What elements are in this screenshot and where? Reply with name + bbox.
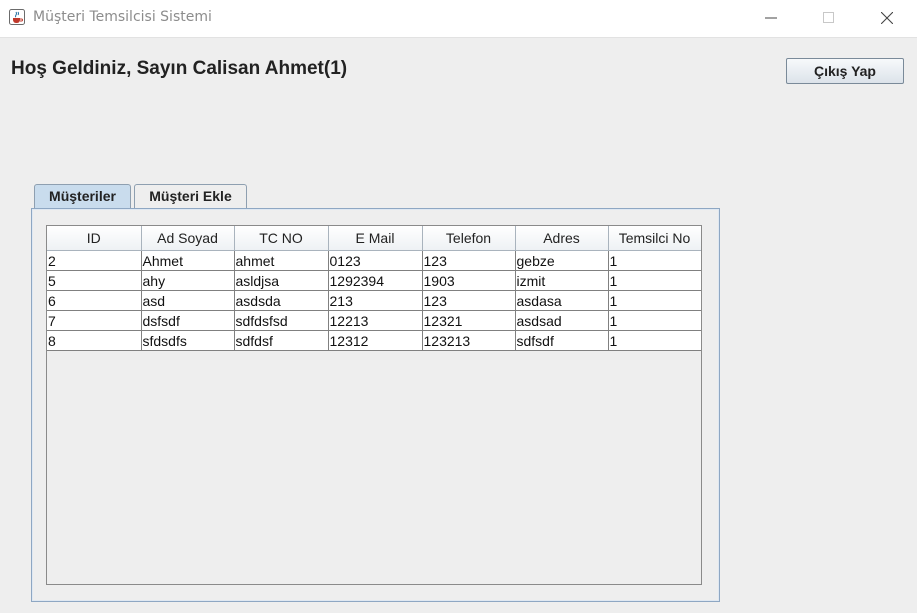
cell-email[interactable]: 12312 [328,330,423,351]
cell-id[interactable]: 5 [47,270,142,291]
cell-ad-soyad[interactable]: Ahmet [141,250,235,271]
window-title: Müşteri Temsilcisi Sistemi [33,9,212,25]
cell-ad-soyad[interactable]: ahy [141,270,235,291]
cell-temsilci-no[interactable]: 1 [608,270,701,291]
column-header-temsilci-no[interactable]: Temsilci No [608,226,701,251]
customer-table: ID Ad Soyad TC NO E Mail Telefon Adres T… [47,226,701,351]
cell-temsilci-no[interactable]: 1 [608,290,701,311]
cell-adres[interactable]: sdfsdf [515,330,609,351]
cell-temsilci-no[interactable]: 1 [608,330,701,351]
table-header-row: ID Ad Soyad TC NO E Mail Telefon Adres T… [47,226,701,251]
minimize-icon [765,17,777,19]
cell-email[interactable]: 1292394 [328,270,423,291]
column-header-telefon[interactable]: Telefon [422,226,516,251]
cell-ad-soyad[interactable]: sfdsdfs [141,330,235,351]
maximize-icon [823,12,834,23]
column-header-adres[interactable]: Adres [515,226,609,251]
cell-telefon[interactable]: 123 [422,290,516,311]
title-bar: Müşteri Temsilcisi Sistemi [0,0,917,38]
cell-tc-no[interactable]: sdfdsfsd [234,310,329,331]
table-row[interactable]: 6 asd asdsda 213 123 asdasa 1 [47,290,701,311]
close-icon [881,12,893,24]
column-header-id[interactable]: ID [47,226,142,251]
tab-musteri-ekle[interactable]: Müşteri Ekle [134,184,247,208]
table-row[interactable]: 8 sfdsdfs sdfdsf 12312 123213 sdfsdf 1 [47,330,701,351]
maximize-button[interactable] [806,0,852,37]
cell-tc-no[interactable]: asldjsa [234,270,329,291]
cell-telefon[interactable]: 12321 [422,310,516,331]
cell-id[interactable]: 8 [47,330,142,351]
cell-id[interactable]: 6 [47,290,142,311]
close-button[interactable] [864,0,910,37]
logout-button[interactable]: Çıkış Yap [786,58,904,84]
cell-temsilci-no[interactable]: 1 [608,310,701,331]
cell-tc-no[interactable]: ahmet [234,250,329,271]
welcome-message: Hoş Geldiniz, Sayın Calisan Ahmet(1) [11,58,348,79]
minimize-button[interactable] [748,0,794,37]
java-cup-icon [9,9,25,25]
cell-id[interactable]: 2 [47,250,142,271]
cell-adres[interactable]: asdasa [515,290,609,311]
column-header-tc-no[interactable]: TC NO [234,226,329,251]
cell-telefon[interactable]: 123213 [422,330,516,351]
column-header-email[interactable]: E Mail [328,226,423,251]
cell-adres[interactable]: asdsad [515,310,609,331]
cell-adres[interactable]: gebze [515,250,609,271]
column-header-ad-soyad[interactable]: Ad Soyad [141,226,235,251]
customer-table-scroll-pane[interactable]: ID Ad Soyad TC NO E Mail Telefon Adres T… [46,225,702,585]
cell-email[interactable]: 213 [328,290,423,311]
cell-temsilci-no[interactable]: 1 [608,250,701,271]
cell-ad-soyad[interactable]: asd [141,290,235,311]
cell-tc-no[interactable]: sdfdsf [234,330,329,351]
cell-email[interactable]: 12213 [328,310,423,331]
cell-adres[interactable]: izmit [515,270,609,291]
table-row[interactable]: 7 dsfsdf sdfdsfsd 12213 12321 asdsad 1 [47,310,701,331]
cell-id[interactable]: 7 [47,310,142,331]
cell-telefon[interactable]: 1903 [422,270,516,291]
cell-telefon[interactable]: 123 [422,250,516,271]
tab-musteriler[interactable]: Müşteriler [34,184,131,208]
cell-email[interactable]: 0123 [328,250,423,271]
cell-tc-no[interactable]: asdsda [234,290,329,311]
cell-ad-soyad[interactable]: dsfsdf [141,310,235,331]
table-row[interactable]: 5 ahy asldjsa 1292394 1903 izmit 1 [47,270,701,291]
table-row[interactable]: 2 Ahmet ahmet 0123 123 gebze 1 [47,250,701,271]
